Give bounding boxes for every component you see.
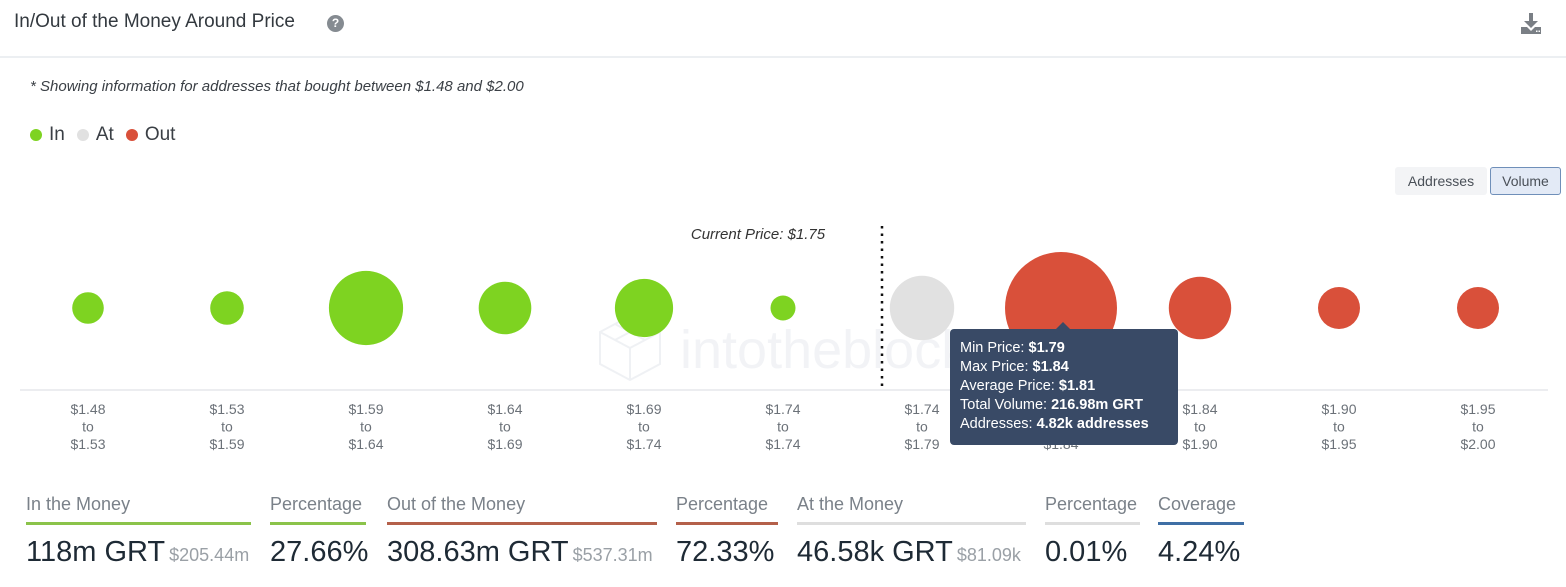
x-tick-label: to [499,419,511,435]
stat-value: 27.66% [270,536,369,568]
legend-item-at[interactable]: At [76,124,114,146]
stat-value: 4.24% [1158,536,1241,568]
stat-at-percentage: Percentage 0.01% [1045,490,1140,569]
stat-rule [676,522,778,525]
stat-label: Percentage [270,494,363,514]
bubble-in[interactable] [72,292,104,324]
legend-dot-out [125,129,138,141]
bubble-in[interactable] [210,291,244,325]
x-tick-label: $1.59 [209,436,244,452]
stat-value: 46.58k GRT $81.09k [797,536,1021,568]
stat-rule [1045,522,1140,525]
bubble-in[interactable] [770,295,796,321]
tooltip-addresses: Addresses: 4.82k addresses [960,416,1149,432]
range-note: * Showing information for addresses that… [30,78,524,95]
stat-label: In the Money [26,494,131,514]
bubble-out[interactable] [1457,287,1499,329]
stat-label: Out of the Money [387,494,526,514]
stat-out-percentage: Percentage 72.33% [676,490,778,569]
stat-rule [270,522,366,525]
x-tick-label: $1.90 [1182,436,1217,452]
legend-item-in[interactable]: In [30,124,65,146]
x-tick-label: $1.74 [765,436,800,452]
bubble-tooltip: Min Price: $1.79 Max Price: $1.84 Averag… [950,322,1178,445]
tooltip-max-price: Max Price: $1.84 [960,359,1069,375]
stat-rule [26,522,251,525]
x-tick-label: to [221,419,233,435]
x-tick-label: $1.48 [70,401,105,417]
stat-at-the-money: At the Money 46.58k GRT $81.09k [797,490,1026,569]
x-tick-label: $1.90 [1321,401,1356,417]
x-tick-label: $1.69 [487,436,522,452]
x-tick-label: to [82,419,94,435]
legend-item-out[interactable]: Out [125,124,176,146]
widget-header: In/Out of the Money Around Price ? [0,0,1566,58]
x-tick-label: $1.74 [765,401,800,417]
stat-label: Percentage [1045,494,1138,514]
bubble-in[interactable] [328,270,404,346]
current-price-label: Current Price: $1.75 [691,226,826,243]
chart-legend: In At Out [30,124,187,146]
x-tick-label: $1.53 [209,401,244,417]
legend-dot-in [30,129,42,141]
summary-stats: In the Money 118m GRT $205.44m Percentage… [0,490,1566,587]
x-tick-label: $1.64 [487,401,522,417]
x-tick-label: $1.53 [70,436,105,452]
legend-dot-at [76,129,89,141]
stat-coverage: Coverage 4.24% [1158,490,1244,569]
x-tick-label: $1.95 [1460,401,1495,417]
stat-out-of-the-money: Out of the Money 308.63m GRT $537.31m [387,490,657,569]
x-tick-label: to [1472,419,1484,435]
tooltip-avg-price: Average Price: $1.81 [960,378,1096,394]
x-tick-label: to [916,419,928,435]
bubble-in[interactable] [478,281,532,335]
x-tick-label: to [1194,419,1206,435]
bubble-in[interactable] [614,278,674,338]
x-tick-label: to [777,419,789,435]
legend-label-at: At [95,124,114,145]
x-tick-label: $1.69 [626,401,661,417]
volume-toggle-button[interactable]: Volume [1490,167,1561,195]
stat-value: 118m GRT $205.44m [26,536,250,568]
stat-label: At the Money [797,494,904,514]
tooltip-total-volume: Total Volume: 216.98m GRT [960,397,1143,413]
x-tick-label: $1.95 [1321,436,1356,452]
stat-in-percentage: Percentage 27.66% [270,490,369,569]
x-tick-label: $1.74 [904,401,939,417]
legend-label-in: In [49,124,65,145]
bubble-out[interactable] [1168,276,1232,340]
x-tick-label: $1.84 [1182,401,1217,417]
widget-title: In/Out of the Money Around Price [14,11,295,32]
question-circle-icon[interactable]: ? [327,15,344,32]
x-tick-label: to [360,419,372,435]
x-tick-label: $2.00 [1460,436,1495,452]
addresses-toggle-button[interactable]: Addresses [1395,167,1487,195]
tooltip-min-price: Min Price: $1.79 [960,340,1065,356]
stat-rule [1158,522,1244,525]
x-tick-label: to [1333,419,1345,435]
x-tick-label: $1.64 [348,436,383,452]
stat-value: 0.01% [1045,536,1128,568]
x-tick-label: $1.74 [626,436,661,452]
x-tick-label: to [638,419,650,435]
x-tick-label: $1.59 [348,401,383,417]
legend-label-out: Out [144,124,176,145]
bubble-out[interactable] [1318,287,1360,329]
download-icon[interactable] [1519,12,1543,36]
stat-value: 72.33% [676,536,775,568]
bubble-at[interactable] [889,275,955,341]
stat-label: Percentage [676,494,769,514]
stat-label: Coverage [1158,494,1237,514]
stat-value: 308.63m GRT $537.31m [387,536,653,568]
bubble-chart: Current Price: $1.75 $1.48to$1.53$1.53to… [20,226,1548,452]
stat-in-the-money: In the Money 118m GRT $205.44m [26,490,251,569]
stat-rule [797,522,1026,525]
stat-rule [387,522,657,525]
x-tick-label: $1.79 [904,436,939,452]
